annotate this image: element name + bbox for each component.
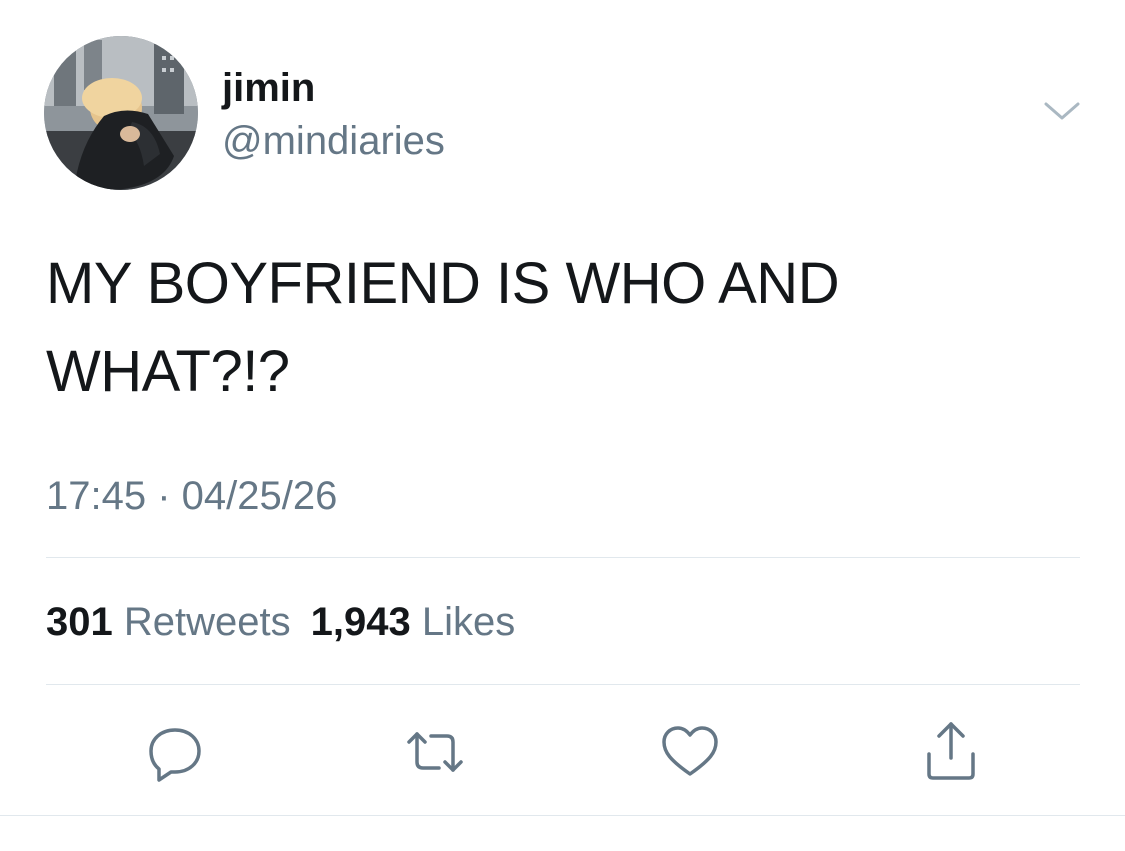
avatar[interactable] — [44, 36, 198, 190]
retweets-count: 301 — [46, 600, 113, 644]
reply-button[interactable] — [145, 722, 205, 782]
retweets-label: Retweets — [123, 600, 291, 644]
divider — [46, 557, 1080, 558]
display-name[interactable]: jimin — [222, 64, 315, 112]
tweet-detail: jimin @mindiaries MY BOYFRIEND IS WHO AN… — [0, 0, 1125, 851]
user-handle[interactable]: @mindiaries — [222, 117, 445, 165]
likes-count: 1,943 — [310, 600, 411, 644]
divider — [0, 815, 1125, 816]
tweet-text: MY BOYFRIEND IS WHO AND WHAT?!? — [46, 251, 840, 404]
reply-icon — [149, 728, 201, 782]
retweet-button[interactable] — [405, 722, 465, 782]
share-icon — [927, 722, 975, 780]
avatar-image — [44, 36, 198, 190]
share-button[interactable] — [921, 722, 981, 782]
retweets-stat[interactable]: 301 Retweets — [46, 600, 291, 644]
tweet-timestamp: 17:45 · 04/25/26 — [46, 474, 338, 518]
like-button[interactable] — [660, 722, 720, 782]
likes-stat[interactable]: 1,943 Likes — [311, 600, 516, 644]
chevron-down-icon[interactable] — [1040, 96, 1084, 126]
likes-label: Likes — [421, 600, 516, 644]
retweet-icon — [407, 732, 463, 772]
engagement-stats: 301 Retweets 1,943 Likes — [46, 598, 515, 646]
heart-icon — [662, 726, 718, 776]
divider — [46, 684, 1080, 685]
